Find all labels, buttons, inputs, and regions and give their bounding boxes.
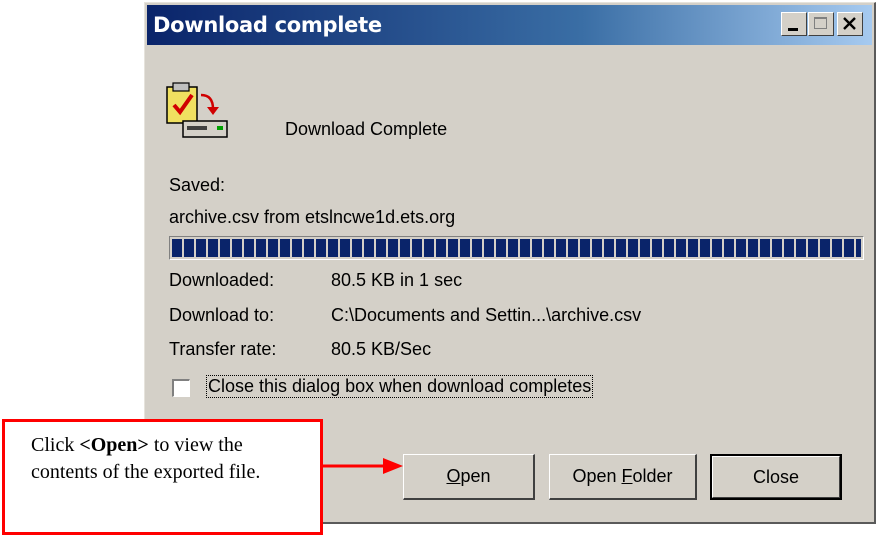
download-progress-bar xyxy=(169,236,864,260)
instruction-callout: Click <Open> to view the contents of the… xyxy=(2,419,323,535)
download-to-value: C:\Documents and Settin...\archive.csv xyxy=(331,305,642,325)
callout-text: Click <Open> to view the contents of the… xyxy=(31,434,261,483)
maximize-icon xyxy=(814,17,827,29)
downloaded-label: Downloaded: xyxy=(169,270,275,290)
close-button-label: Close xyxy=(752,466,800,487)
download-to-label: Download to: xyxy=(169,305,275,325)
close-button[interactable]: Close xyxy=(710,454,842,500)
close-on-complete-label[interactable]: Close this dialog box when download comp… xyxy=(206,375,594,398)
open-folder-button[interactable]: Open Folder xyxy=(549,454,697,500)
open-button[interactable]: Open xyxy=(403,454,535,500)
title-bar[interactable]: Download complete xyxy=(147,5,872,45)
download-complete-icon xyxy=(166,82,228,138)
dialog-heading: Download Complete xyxy=(285,119,448,139)
close-window-button[interactable] xyxy=(837,12,863,36)
downloaded-value: 80.5 KB in 1 sec xyxy=(331,270,463,290)
window-title: Download complete xyxy=(153,13,382,37)
transfer-rate-value: 80.5 KB/Sec xyxy=(331,339,432,359)
close-on-complete-checkbox[interactable] xyxy=(172,379,190,397)
maximize-button[interactable] xyxy=(808,12,834,36)
open-folder-button-label: Open Folder xyxy=(572,466,673,486)
saved-source: archive.csv from etslncwe1d.ets.org xyxy=(169,207,456,227)
saved-label: Saved: xyxy=(169,175,226,195)
close-icon xyxy=(843,17,856,30)
minimize-icon xyxy=(788,28,798,31)
progress-fill xyxy=(172,239,861,257)
transfer-rate-label: Transfer rate: xyxy=(169,339,277,359)
open-button-label: Open xyxy=(446,466,491,486)
callout-arrow-icon xyxy=(323,458,403,474)
minimize-button[interactable] xyxy=(781,12,807,36)
